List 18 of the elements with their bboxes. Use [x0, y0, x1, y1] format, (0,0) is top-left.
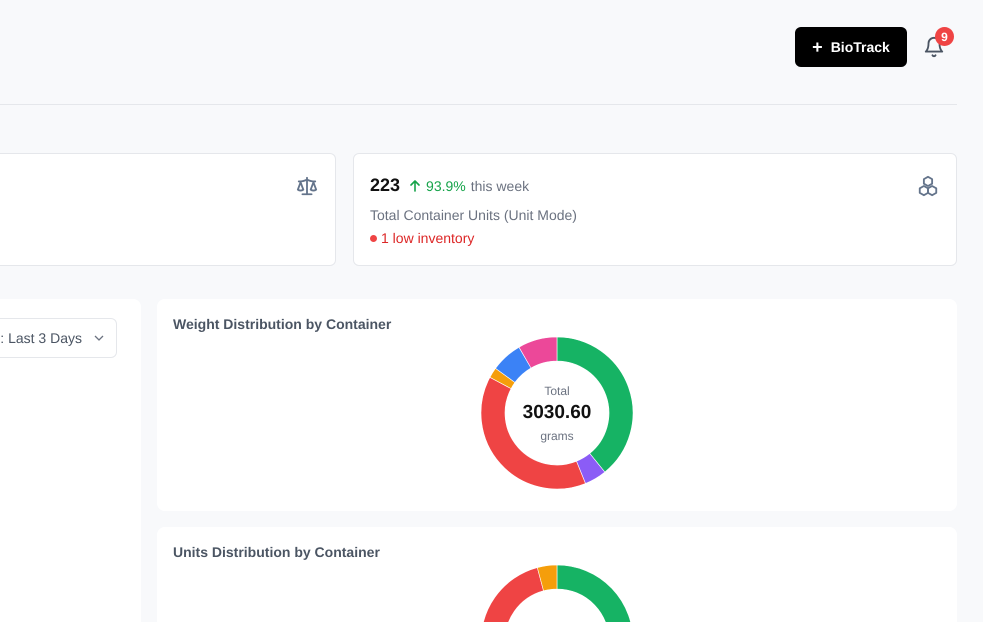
chart-title: Units Distribution by Container: [173, 544, 381, 560]
alert-dot-icon: [370, 234, 377, 242]
chart-title: Weight Distribution by Container: [173, 316, 392, 332]
chevron-down-icon: [94, 335, 104, 341]
date-range-dropdown[interactable]: : Last 3 Days: [0, 318, 117, 358]
balance-scale-icon: [295, 175, 319, 197]
up-arrow-icon: [409, 179, 422, 192]
change-period: this week: [470, 178, 530, 194]
change-percent: 93.9%: [426, 178, 466, 194]
notification-count: 9: [935, 27, 954, 46]
stat-label: Total Container Units (Unit Mode): [370, 207, 578, 223]
stat-value: 223: [370, 175, 400, 196]
alert-text: 1 low inventory: [381, 230, 474, 246]
donut-total-value: 3030.60: [522, 402, 592, 424]
boxes-icon: [916, 175, 940, 197]
donut-center-label: Total: [544, 384, 570, 398]
add-biotrack-button[interactable]: + BioTrack: [795, 27, 907, 67]
donut-unit-label: grams: [540, 428, 574, 442]
